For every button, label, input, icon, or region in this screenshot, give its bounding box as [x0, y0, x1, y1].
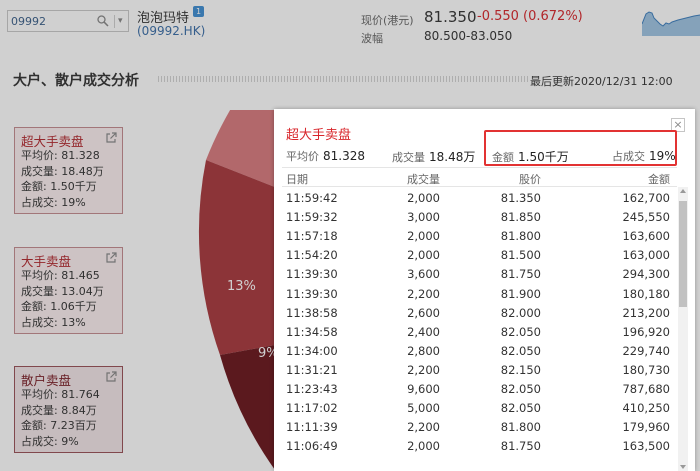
dialog-title: 超大手卖盘 — [286, 128, 352, 143]
table-row: 11:17:02 5,000 82.050 410,250 — [282, 399, 677, 418]
row-volume: 5,000 — [407, 401, 440, 416]
row-volume: 2,200 — [407, 420, 440, 435]
row-time: 11:38:58 — [286, 305, 338, 320]
row-volume: 9,600 — [407, 382, 440, 396]
row-amount: 163,500 — [622, 439, 670, 454]
row-amount: 294,300 — [622, 267, 670, 282]
row-time: 11:57:18 — [286, 229, 338, 244]
table-row: 11:06:49 2,000 81.750 163,500 — [282, 437, 677, 456]
table-row: 11:23:43 9,600 82.050 787,680 — [282, 380, 677, 399]
stat-volume: 成交量 18.48万 — [392, 150, 476, 164]
table-row: 11:59:42 2,000 81.350 162,700 — [282, 189, 677, 208]
row-amount: 179,960 — [622, 420, 670, 435]
table-scrollbar[interactable] — [678, 187, 688, 471]
row-volume: 2,000 — [407, 248, 440, 263]
table-row: 11:39:30 3,600 81.750 294,300 — [282, 265, 677, 284]
row-price: 82.050 — [500, 401, 541, 416]
row-amount: 162,700 — [622, 191, 670, 205]
row-time: 11:59:32 — [286, 210, 338, 225]
row-time: 11:39:30 — [286, 286, 338, 301]
scroll-up-icon[interactable] — [680, 189, 686, 193]
scrollbar-thumb[interactable] — [679, 201, 687, 307]
row-price: 82.050 — [500, 324, 541, 339]
row-price: 81.850 — [500, 210, 541, 225]
row-price: 81.750 — [500, 267, 541, 282]
row-amount: 410,250 — [622, 401, 670, 416]
table-header: 日期 成交量 股价 金额 — [282, 167, 677, 187]
row-amount: 229,740 — [622, 343, 670, 358]
stat-avg-price: 平均价 81.328 — [286, 149, 365, 163]
trade-detail-dialog: 超大手卖盘 × 平均价 81.328 成交量 18.48万 金额 1.50千万 占成交… — [274, 109, 695, 471]
row-time: 11:54:20 — [286, 248, 338, 263]
row-price: 82.000 — [500, 305, 541, 320]
table-row: 11:11:39 2,200 81.800 179,960 — [282, 418, 677, 437]
row-volume: 2,000 — [407, 439, 440, 454]
row-volume: 2,000 — [407, 229, 440, 244]
row-price: 81.750 — [500, 439, 541, 454]
row-volume: 2,200 — [407, 286, 440, 301]
table-row: 11:31:21 2,200 82.150 180,730 — [282, 361, 677, 380]
row-volume: 3,000 — [407, 210, 440, 225]
scroll-down-icon[interactable] — [680, 465, 686, 469]
row-volume: 2,000 — [407, 191, 440, 205]
row-volume: 2,800 — [407, 343, 440, 358]
row-price: 81.800 — [500, 229, 541, 244]
table-row: 11:54:20 2,000 81.500 163,000 — [282, 246, 677, 265]
table-row: 11:34:58 2,400 82.050 196,920 — [282, 323, 677, 342]
row-price: 82.050 — [500, 382, 541, 396]
table-row: 11:38:58 2,600 82.000 213,200 — [282, 304, 677, 323]
row-volume: 2,600 — [407, 305, 440, 320]
column-price: 股价 — [519, 173, 541, 186]
table-row: 11:57:18 2,000 81.800 163,600 — [282, 227, 677, 246]
row-price: 81.500 — [500, 248, 541, 263]
row-amount: 787,680 — [622, 382, 670, 396]
row-amount: 245,550 — [622, 210, 670, 225]
table-row: 11:34:00 2,800 82.050 229,740 — [282, 342, 677, 361]
row-volume: 2,400 — [407, 324, 440, 339]
row-amount: 180,180 — [622, 286, 670, 301]
row-amount: 163,600 — [622, 229, 670, 244]
trade-table-body[interactable]: 11:59:42 2,000 81.350 162,700 11:59:32 3,000 8… — [282, 189, 677, 471]
row-time: 11:23:43 — [286, 382, 338, 396]
row-volume: 3,600 — [407, 267, 440, 282]
column-volume: 成交量 — [407, 173, 440, 186]
row-time: 11:59:42 — [286, 191, 338, 205]
row-time: 11:34:58 — [286, 324, 338, 339]
row-time: 11:17:02 — [286, 401, 338, 416]
row-price: 81.800 — [500, 420, 541, 435]
row-time: 11:31:21 — [286, 362, 338, 377]
highlight-box — [484, 130, 677, 166]
row-price: 81.350 — [500, 191, 541, 205]
row-time: 11:11:39 — [286, 420, 338, 435]
row-amount: 163,000 — [622, 248, 670, 263]
column-time: 日期 — [286, 173, 308, 186]
row-price: 82.150 — [500, 362, 541, 377]
row-time: 11:06:49 — [286, 439, 338, 454]
row-volume: 2,200 — [407, 362, 440, 377]
row-amount: 180,730 — [622, 362, 670, 377]
row-price: 81.900 — [500, 286, 541, 301]
row-amount: 213,200 — [622, 305, 670, 320]
column-amount: 金额 — [648, 173, 670, 186]
row-time: 11:34:00 — [286, 343, 338, 358]
row-time: 11:39:30 — [286, 267, 338, 282]
row-price: 82.050 — [500, 343, 541, 358]
table-row: 11:59:32 3,000 81.850 245,550 — [282, 208, 677, 227]
table-row: 11:39:30 2,200 81.900 180,180 — [282, 285, 677, 304]
row-amount: 196,920 — [622, 324, 670, 339]
